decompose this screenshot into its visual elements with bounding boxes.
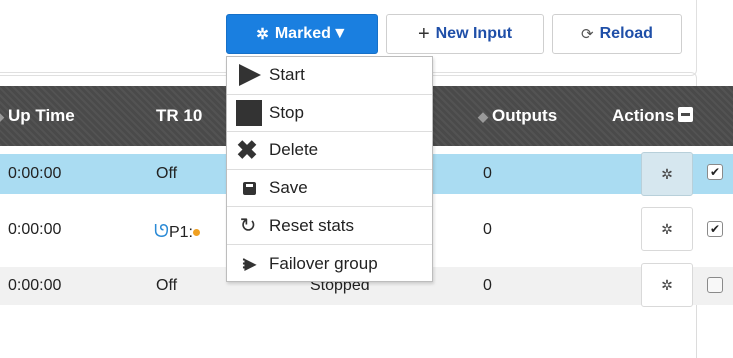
stop-icon xyxy=(236,99,262,126)
row-actions-button[interactable]: ✲ xyxy=(641,152,693,196)
save-icon xyxy=(242,181,256,195)
menu-item-stop[interactable]: Stop xyxy=(227,95,432,133)
up-time-cell: 0:00:00 xyxy=(8,277,62,294)
marked-button[interactable]: ✲ Marked ▼ xyxy=(226,14,378,54)
menu-item-reset-stats[interactable]: ↻ Reset stats xyxy=(227,207,432,245)
actions-label: Actions xyxy=(612,106,675,125)
reset-icon: ↻ xyxy=(239,215,257,238)
gear-icon: ✲ xyxy=(661,276,673,293)
row-actions-button[interactable]: ✲ xyxy=(641,263,693,307)
reload-button[interactable]: ⟳ Reload xyxy=(552,14,682,54)
sort-icon: ◆ xyxy=(0,109,4,124)
column-header-outputs[interactable]: ◆ Outputs xyxy=(478,106,557,126)
tr-cell: Off xyxy=(156,277,178,294)
sort-icon: ◆ xyxy=(478,109,488,124)
caret-down-icon: ▼ xyxy=(331,25,348,42)
menu-item-failover-group[interactable]: ⁝▶ Failover group xyxy=(227,245,432,283)
menu-item-label: Reset stats xyxy=(269,215,355,235)
delete-icon: ✖ xyxy=(236,135,258,166)
row-select-checkbox[interactable]: ✔ xyxy=(707,221,723,237)
tr-cell: ᘎP1: xyxy=(154,221,200,242)
column-header-tr[interactable]: TR 10 xyxy=(156,106,202,126)
row-select-checkbox[interactable]: ✔ xyxy=(707,164,723,180)
menu-item-save[interactable]: Save xyxy=(227,170,432,208)
column-header-actions: Actions xyxy=(612,106,694,126)
status-dot-icon xyxy=(192,229,200,236)
menu-item-start[interactable]: Start xyxy=(227,57,432,95)
tr-label: TR 10 xyxy=(156,106,203,125)
stethoscope-icon: ᘎ xyxy=(154,221,169,241)
menu-item-label: Delete xyxy=(269,140,319,160)
gear-icon: ✲ xyxy=(661,220,673,237)
menu-item-label: Save xyxy=(269,178,308,198)
new-input-label: New Input xyxy=(435,25,513,42)
column-header-up-time[interactable]: ◆ Up Time xyxy=(0,106,75,126)
outputs-label: Outputs xyxy=(492,106,558,125)
row-select-checkbox[interactable] xyxy=(707,277,723,293)
new-input-button[interactable]: + New Input xyxy=(386,14,544,54)
up-time-label: Up Time xyxy=(8,106,75,125)
outputs-cell: 0 xyxy=(483,165,492,182)
menu-item-label: Failover group xyxy=(269,253,378,273)
collapse-all-checkbox[interactable] xyxy=(678,107,694,122)
marked-dropdown-menu: Start Stop ✖ Delete Save ↻ Reset stats ⁝… xyxy=(226,56,433,282)
plus-icon: + xyxy=(417,22,430,45)
tr-value: P1: xyxy=(168,224,193,241)
reload-icon: ⟳ xyxy=(581,26,594,43)
outputs-cell: 0 xyxy=(483,221,492,238)
gear-icon: ✲ xyxy=(256,26,269,43)
outputs-cell: 0 xyxy=(483,277,492,294)
row-actions-button[interactable]: ✲ xyxy=(641,207,693,251)
menu-item-label: Start xyxy=(269,65,305,85)
failover-icon: ⁝▶ xyxy=(241,255,256,273)
reload-label: Reload xyxy=(599,25,653,42)
gear-icon: ✲ xyxy=(661,165,673,182)
up-time-cell: 0:00:00 xyxy=(8,165,62,182)
menu-item-label: Stop xyxy=(269,102,304,122)
marked-button-label: Marked xyxy=(274,25,331,42)
up-time-cell: 0:00:00 xyxy=(8,221,62,238)
play-icon xyxy=(239,64,261,87)
menu-item-delete[interactable]: ✖ Delete xyxy=(227,132,432,170)
tr-cell: Off xyxy=(156,165,178,182)
